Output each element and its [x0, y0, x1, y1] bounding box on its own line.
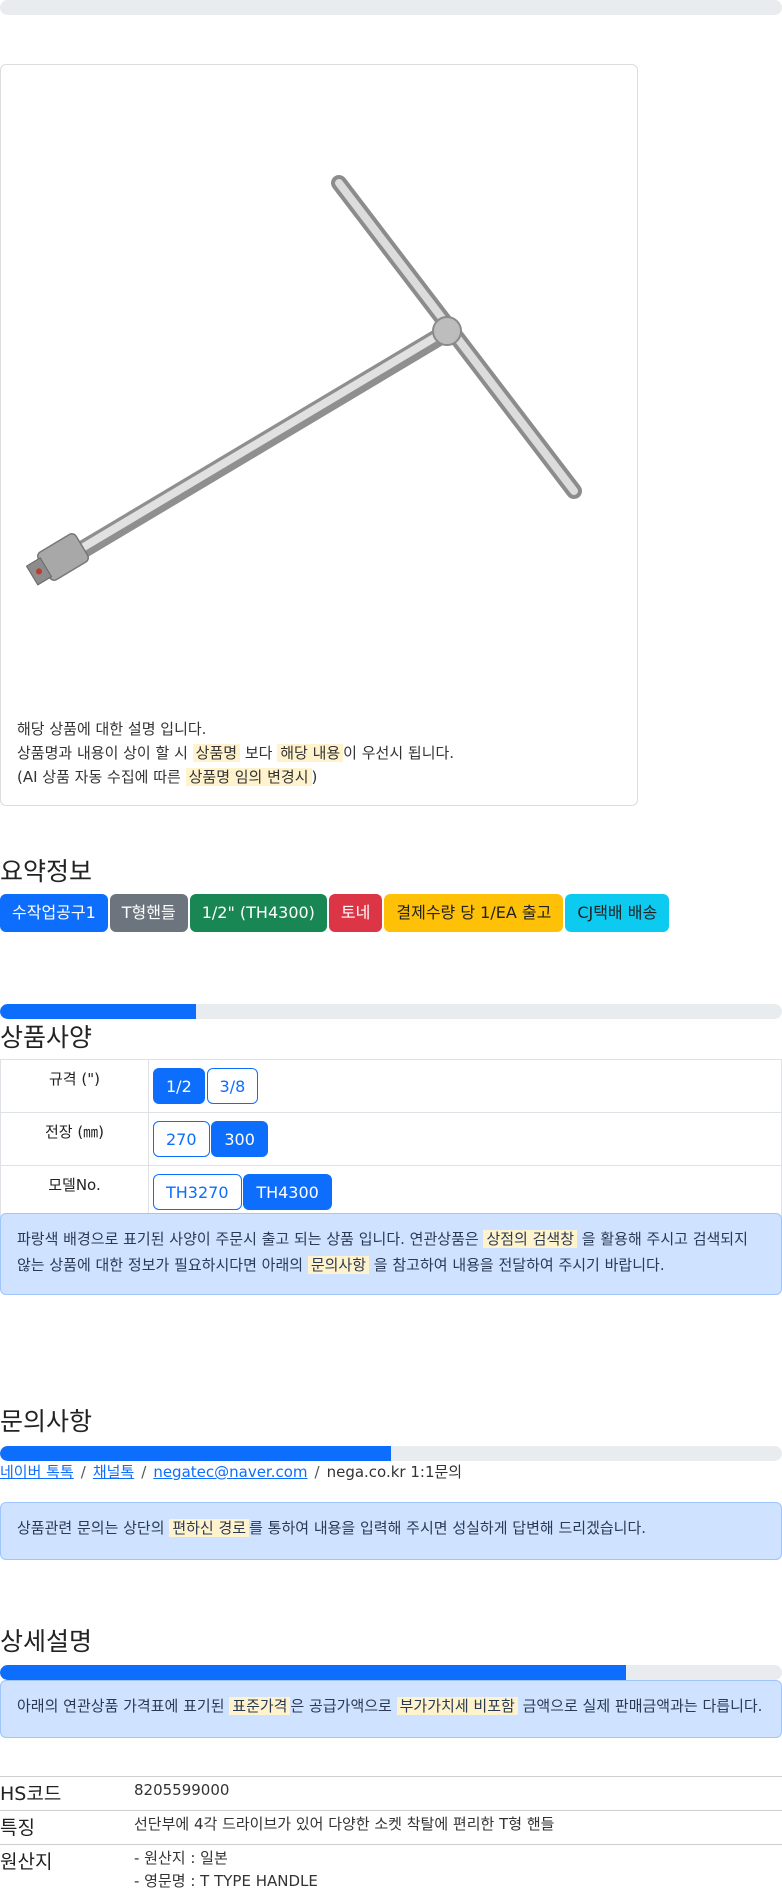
text-part: (AI 상품 자동 수집에 따른 — [17, 768, 186, 786]
spec-label: 전장 (㎜) — [1, 1113, 149, 1166]
info-key: 특징 — [0, 1811, 134, 1845]
spec-options: 1/2 3/8 — [149, 1060, 782, 1113]
option-length-300[interactable]: 300 — [211, 1121, 268, 1157]
product-description: 해당 상품에 대한 설명 입니다. 상품명과 내용이 상이 할 시 상품명 보다… — [17, 717, 454, 789]
spec-label: 규격 (") — [1, 1060, 149, 1113]
info-value: 선단부에 4각 드라이브가 있어 다양한 소켓 착탈에 편리한 T형 핸들 — [134, 1811, 782, 1845]
summary-badges: 수작업공구1 T형핸들 1/2" (TH4300) 토네 결제수량 당 1/EA… — [0, 894, 671, 932]
text-part: 금액으로 실제 판매금액과는 다릅니다. — [518, 1697, 763, 1715]
info-key: HS코드 — [0, 1777, 134, 1811]
badge-brand[interactable]: 토네 — [329, 894, 382, 932]
link-channel-talk[interactable]: 채널톡 — [93, 1463, 134, 1481]
text-part: 파랑색 배경으로 표기된 사양이 주문시 출고 되는 상품 입니다. 연관상품은 — [17, 1230, 483, 1248]
badge-quantity[interactable]: 결제수량 당 1/EA 출고 — [384, 894, 563, 932]
option-size-1-2[interactable]: 1/2 — [153, 1068, 205, 1104]
spec-options: 270 300 — [149, 1113, 782, 1166]
option-length-270[interactable]: 270 — [153, 1121, 210, 1157]
text-part: 이 우선시 됩니다. — [343, 744, 454, 762]
text-part: 를 통하여 내용을 입력해 주시면 성실하게 답변해 드리겠습니다. — [249, 1519, 646, 1537]
info-row: 원산지 - 원산지 : 일본 - 영문명 : T TYPE HANDLE — [0, 1845, 782, 1897]
spec-table: 규격 (") 1/2 3/8 전장 (㎜) 270 300 모델No. TH32… — [0, 1059, 782, 1219]
separator: / — [81, 1463, 86, 1481]
text-part: 을 참고하여 내용을 전달하여 주시기 바랍니다. — [369, 1256, 665, 1274]
highlight-content: 해당 내용 — [277, 744, 343, 762]
description-line-2: 상품명과 내용이 상이 할 시 상품명 보다 해당 내용이 우선시 됩니다. — [17, 741, 454, 765]
summary-title: 요약정보 — [0, 852, 92, 888]
link-email[interactable]: negatec@naver.com — [153, 1463, 307, 1481]
detail-progress-bar — [0, 1665, 782, 1680]
description-line-3: (AI 상품 자동 수집에 따른 상품명 임의 변경시) — [17, 765, 454, 789]
text-part: ) — [312, 768, 318, 786]
highlight-product-name: 상품명 — [193, 744, 240, 762]
english-name-line: - 영문명 : T TYPE HANDLE — [134, 1870, 782, 1893]
highlight-search: 상점의 검색창 — [483, 1230, 577, 1248]
highlight-route: 편하신 경로 — [169, 1519, 249, 1537]
site-inquiry-text: nega.co.kr 1:1문의 — [327, 1463, 463, 1481]
specs-title: 상품사양 — [0, 1018, 92, 1054]
inquiry-progress-bar — [0, 1446, 782, 1461]
spec-row: 전장 (㎜) 270 300 — [1, 1113, 782, 1166]
info-row: 특징 선단부에 4각 드라이브가 있어 다양한 소켓 착탈에 편리한 T형 핸들 — [0, 1811, 782, 1845]
origin-line: - 원산지 : 일본 — [134, 1847, 782, 1870]
badge-type[interactable]: T형핸들 — [110, 894, 188, 932]
detail-info-table: HS코드 8205599000 특징 선단부에 4각 드라이브가 있어 다양한 … — [0, 1776, 782, 1897]
inquiry-title: 문의사항 — [0, 1402, 92, 1438]
text-part: 은 공급가액으로 — [290, 1697, 396, 1715]
badge-category[interactable]: 수작업공구1 — [0, 894, 108, 932]
spec-options: TH3270 TH4300 — [149, 1166, 782, 1219]
highlight-inquiry: 문의사항 — [308, 1256, 369, 1274]
text-part: 상품관련 문의는 상단의 — [17, 1519, 169, 1537]
inquiry-links: 네이버 톡톡 / 채널톡 / negatec@naver.com / nega.co.kr … — [0, 1461, 462, 1482]
highlight-vat: 부가가치세 비포함 — [397, 1697, 518, 1715]
specs-notice: 파랑색 배경으로 표기된 사양이 주문시 출고 되는 상품 입니다. 연관상품은… — [0, 1213, 782, 1295]
option-size-3-8[interactable]: 3/8 — [207, 1068, 259, 1104]
t-handle-product-image — [1, 65, 637, 665]
inquiry-progress-fill — [0, 1446, 391, 1461]
specs-progress-fill — [0, 1004, 196, 1019]
option-model-th3270[interactable]: TH3270 — [153, 1174, 242, 1210]
detail-progress-fill — [0, 1665, 626, 1680]
top-progress-bar — [0, 0, 782, 15]
text-part: 아래의 연관상품 가격표에 표기된 — [17, 1697, 229, 1715]
badge-shipping[interactable]: CJ택배 배송 — [565, 894, 669, 932]
product-card: 해당 상품에 대한 설명 입니다. 상품명과 내용이 상이 할 시 상품명 보다… — [0, 64, 638, 806]
separator: / — [315, 1463, 320, 1481]
text-part: 보다 — [240, 744, 277, 762]
separator: / — [141, 1463, 146, 1481]
info-value: - 원산지 : 일본 - 영문명 : T TYPE HANDLE — [134, 1845, 782, 1897]
description-line-1: 해당 상품에 대한 설명 입니다. — [17, 717, 454, 741]
highlight-name-change: 상품명 임의 변경시 — [186, 768, 312, 786]
specs-progress-bar — [0, 1004, 782, 1019]
badge-model[interactable]: 1/2" (TH4300) — [190, 894, 327, 932]
info-value: 8205599000 — [134, 1777, 782, 1811]
detail-notice: 아래의 연관상품 가격표에 표기된 표준가격은 공급가액으로 부가가치세 비포함… — [0, 1680, 782, 1738]
inquiry-notice: 상품관련 문의는 상단의 편하신 경로를 통하여 내용을 입력해 주시면 성실하… — [0, 1502, 782, 1560]
spec-label: 모델No. — [1, 1166, 149, 1219]
spec-row: 모델No. TH3270 TH4300 — [1, 1166, 782, 1219]
spec-row: 규격 (") 1/2 3/8 — [1, 1060, 782, 1113]
info-key: 원산지 — [0, 1845, 134, 1897]
text-part: 상품명과 내용이 상이 할 시 — [17, 744, 193, 762]
option-model-th4300[interactable]: TH4300 — [243, 1174, 332, 1210]
detail-title: 상세설명 — [0, 1622, 92, 1658]
link-naver-talktalk[interactable]: 네이버 톡톡 — [0, 1463, 74, 1481]
highlight-standard-price: 표준가격 — [229, 1697, 290, 1715]
info-row: HS코드 8205599000 — [0, 1777, 782, 1811]
